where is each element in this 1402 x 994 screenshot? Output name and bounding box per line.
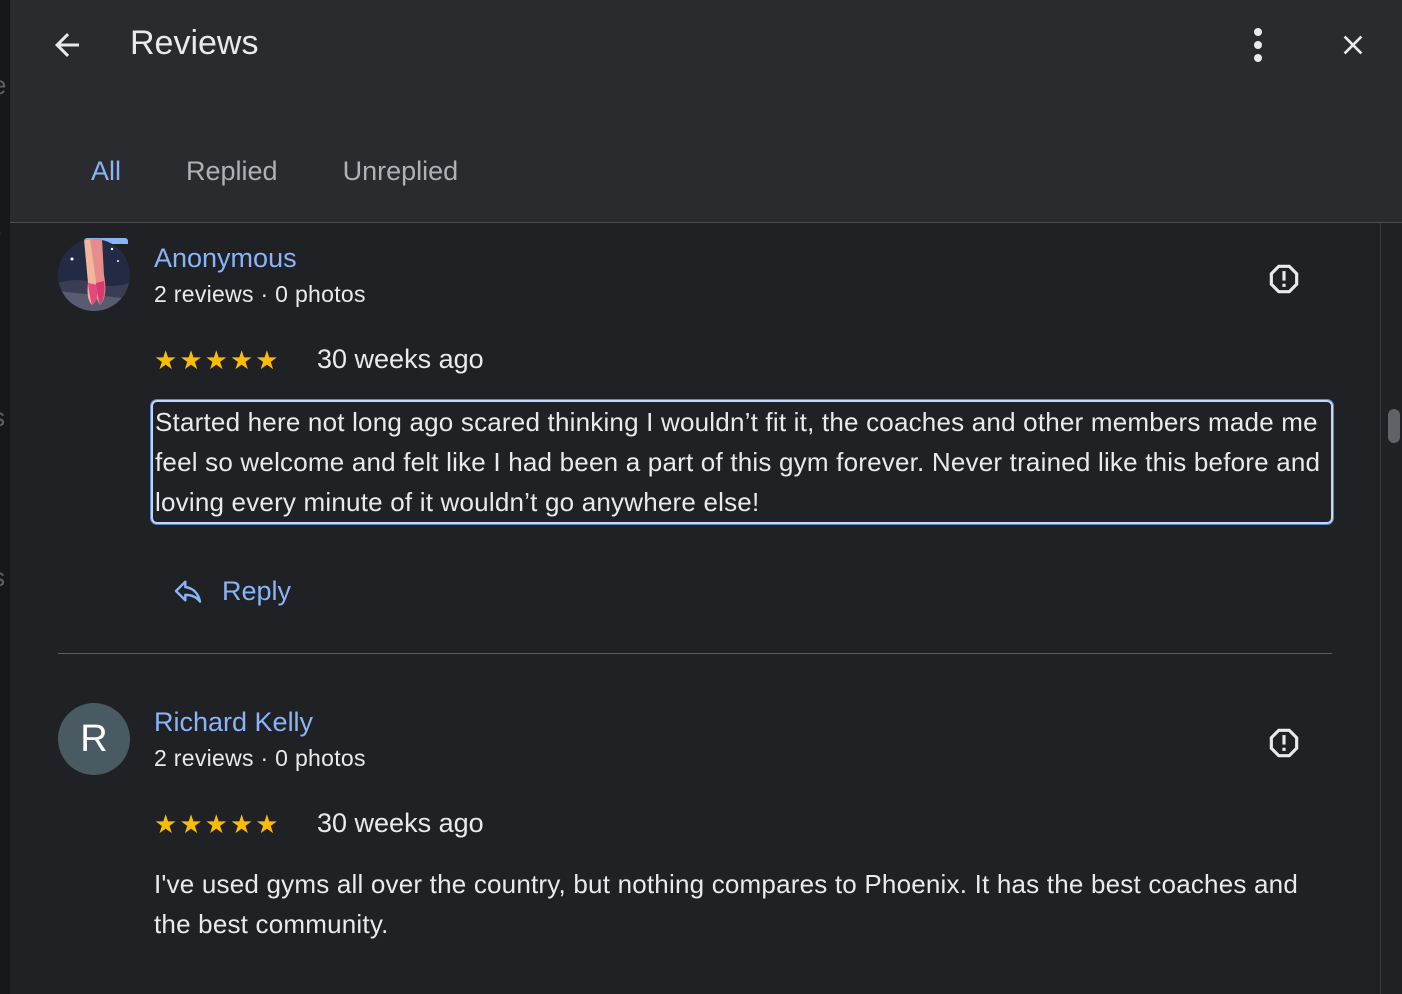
star-icon: ★	[229, 345, 254, 375]
star-icon: ★	[255, 345, 279, 375]
close-button[interactable]	[1330, 22, 1376, 68]
report-flag-icon	[1269, 264, 1299, 294]
review-author-meta: 2 reviews · 0 photos	[154, 281, 366, 307]
more-options-button[interactable]	[1238, 22, 1278, 68]
back-button[interactable]	[44, 22, 90, 68]
star-icon: ★	[179, 809, 203, 839]
scrollbar-track[interactable]	[1380, 223, 1402, 994]
star-rating: ★ ★ ★ ★ ★	[154, 811, 279, 837]
ballet-shoes-avatar	[58, 239, 130, 311]
reply-button[interactable]: Reply	[172, 575, 291, 607]
tab-replied[interactable]: Replied	[186, 150, 278, 222]
review-author-meta: 2 reviews · 0 photos	[154, 745, 366, 771]
star-icon: ★	[229, 809, 254, 839]
background-page-strip: e r t s s	[0, 0, 10, 994]
review-filter-tabs: All Replied Unreplied	[64, 150, 459, 244]
reply-label: Reply	[222, 575, 292, 606]
review-divider	[58, 653, 1332, 654]
star-rating: ★ ★ ★ ★ ★	[154, 347, 279, 373]
review-author[interactable]: Richard Kelly	[154, 707, 313, 738]
star-icon: ★	[255, 809, 279, 839]
tab-replied-label: Replied	[186, 156, 278, 186]
review-text: I've used gyms all over the country, but…	[154, 869, 1298, 939]
reviews-dialog: Reviews All Replied Unreplied Anonymous …	[10, 0, 1402, 994]
tab-all[interactable]: All	[84, 150, 129, 244]
star-icon: ★	[204, 809, 228, 839]
review-author[interactable]: Anonymous	[154, 243, 297, 274]
tab-unreplied[interactable]: Unreplied	[343, 150, 459, 222]
review-date: 30 weeks ago	[317, 344, 484, 374]
star-icon: ★	[154, 345, 178, 375]
report-review-button[interactable]	[1264, 723, 1304, 763]
tab-all-label: All	[91, 156, 122, 186]
star-icon: ★	[204, 345, 228, 375]
close-icon	[1343, 35, 1363, 55]
reply-icon	[174, 580, 202, 603]
avatar[interactable]: R	[58, 703, 130, 775]
avatar-letter: R	[80, 717, 108, 760]
star-icon: ★	[154, 809, 178, 839]
more-vert-icon	[1254, 28, 1262, 62]
dialog-header: Reviews All Replied Unreplied	[10, 0, 1402, 244]
star-icon: ★	[179, 345, 203, 375]
review-text[interactable]: Started here not long ago scared thinkin…	[151, 400, 1333, 524]
scrollbar-thumb[interactable]	[1388, 409, 1400, 443]
report-flag-icon	[1269, 728, 1299, 758]
avatar[interactable]	[58, 239, 130, 311]
report-review-button[interactable]	[1264, 259, 1304, 299]
review-date: 30 weeks ago	[317, 808, 484, 838]
reviews-list[interactable]: Anonymous 2 reviews · 0 photos ★ ★ ★ ★ ★…	[10, 223, 1380, 994]
arrow-back-icon	[55, 33, 79, 57]
page-title: Reviews	[130, 24, 259, 62]
tab-unreplied-label: Unreplied	[342, 156, 459, 186]
